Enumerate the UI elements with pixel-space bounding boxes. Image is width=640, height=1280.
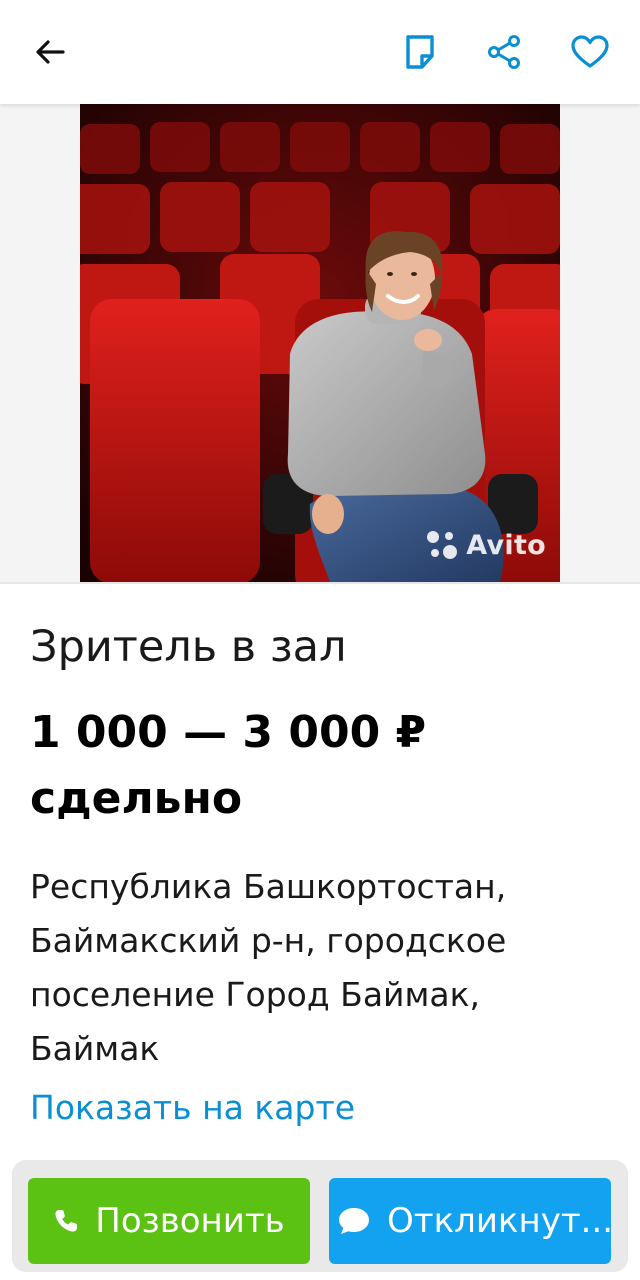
address-line: Республика Башкортостан, (30, 867, 507, 906)
note-button[interactable] (398, 30, 442, 74)
phone-icon (53, 1208, 79, 1234)
address-line: поселение Город Баймак, (30, 975, 481, 1014)
respond-button[interactable]: Откликнут... (329, 1178, 611, 1264)
listing-price: 1 000 — 3 000 ₽ (30, 707, 427, 758)
listing-address: Республика Башкортостан, Баймакский р-н,… (30, 860, 620, 1076)
show-on-map-link[interactable]: Показать на карте (30, 1088, 355, 1127)
chat-bubble-icon (337, 1206, 371, 1236)
watermark-text: Avito (466, 529, 546, 561)
cinema-photo-illustration (80, 104, 560, 582)
photo-gallery[interactable]: Avito (0, 104, 640, 582)
note-icon (406, 35, 434, 69)
favorite-button[interactable] (568, 30, 612, 74)
respond-button-label: Откликнут... (387, 1201, 611, 1241)
address-line: Баймакский р-н, городское (30, 921, 507, 960)
call-button[interactable]: Позвонить (28, 1178, 310, 1264)
listing-title: Зритель в зал (30, 622, 347, 672)
back-button[interactable] (28, 30, 72, 74)
listing-photo[interactable]: Avito (80, 104, 560, 582)
address-line: Баймак (30, 1029, 160, 1068)
listing-pay-type: сдельно (30, 773, 243, 824)
share-button[interactable] (482, 30, 526, 74)
avito-watermark: Avito (424, 528, 546, 562)
avito-logo-icon (427, 531, 458, 559)
top-app-bar (0, 0, 640, 104)
heart-icon (571, 35, 609, 68)
action-bar: Позвонить Откликнут... (12, 1160, 628, 1272)
share-icon (488, 35, 520, 69)
arrow-left-icon (36, 40, 65, 64)
call-button-label: Позвонить (95, 1201, 285, 1241)
divider (0, 582, 640, 584)
